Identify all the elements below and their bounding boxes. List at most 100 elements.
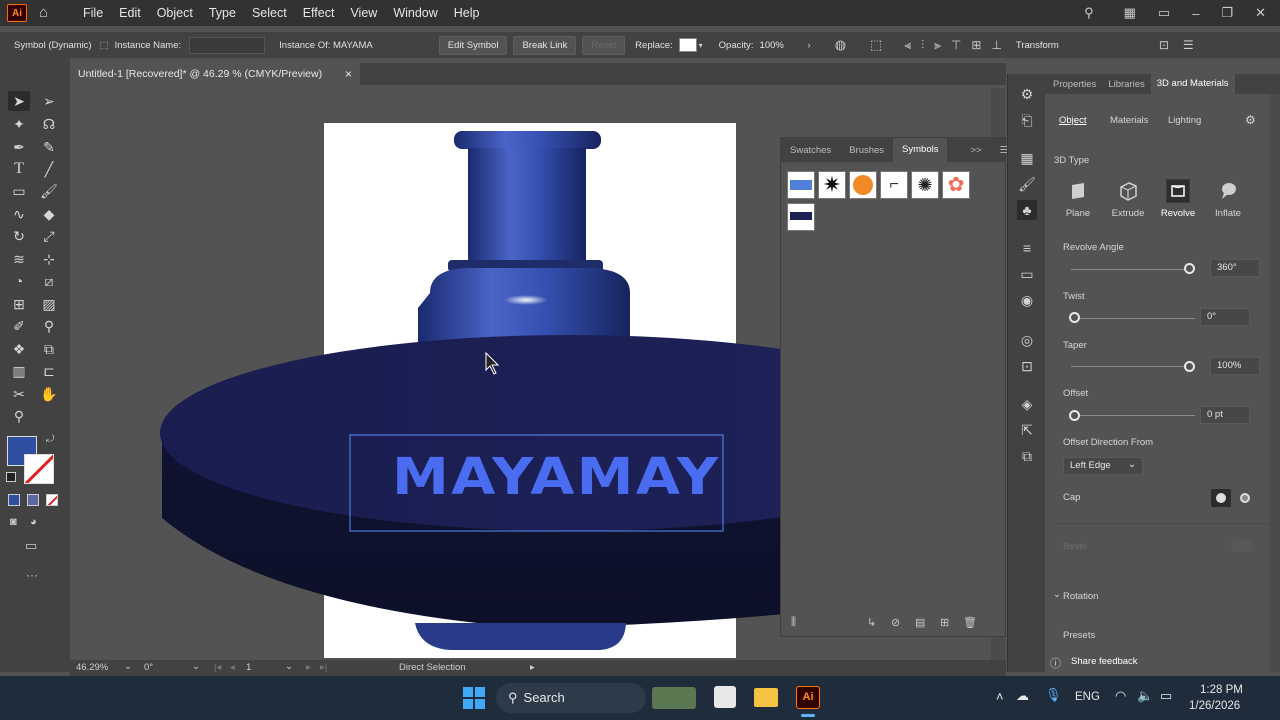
speaker-icon[interactable]: 🔈 <box>1137 688 1153 704</box>
menu-edit[interactable]: Edit <box>111 6 149 20</box>
twist-slider[interactable] <box>1071 318 1195 319</box>
align-to-icon[interactable]: ⬚ <box>870 37 882 53</box>
break-link-button[interactable]: Break Link <box>513 35 577 55</box>
align-middle-icon[interactable]: ⊞ <box>971 38 981 52</box>
gradient-mode-icon[interactable] <box>27 494 39 506</box>
gradient-icon[interactable]: ▭ <box>1017 264 1037 284</box>
scale-tool-icon[interactable]: ⤢ <box>38 226 60 246</box>
chevron-right-icon[interactable]: › <box>808 40 811 51</box>
panel-scrollbar[interactable] <box>1270 94 1280 672</box>
draw-mode-icon[interactable]: ◙ <box>10 516 17 528</box>
shape-builder-tool-icon[interactable]: ◔ <box>8 271 30 291</box>
menu-object[interactable]: Object <box>149 6 201 20</box>
transform-button[interactable]: Transform <box>1016 40 1059 51</box>
isolate-icon[interactable]: ⊡ <box>1159 38 1169 52</box>
bevel-toggle[interactable] <box>1231 540 1253 552</box>
artboards-icon[interactable]: ▦ <box>1017 148 1037 168</box>
cap-off-button[interactable] <box>1235 489 1255 507</box>
draw-behind-icon[interactable]: ◕ <box>30 516 37 528</box>
presets-label[interactable]: Presets <box>1063 630 1095 641</box>
type-tool-icon[interactable]: T <box>8 159 30 179</box>
break-link-icon[interactable]: ⊘ <box>891 616 900 629</box>
appearance-icon[interactable]: ⚙ <box>1017 84 1037 104</box>
taskbar-search-box[interactable]: ⚲ Search <box>496 683 646 713</box>
revolve-angle-input[interactable]: 360° <box>1210 259 1260 277</box>
pen-tool-icon[interactable]: ✒ <box>8 137 30 157</box>
symbol-bracket[interactable]: ⌐ <box>880 171 908 199</box>
minimize-icon[interactable]: – <box>1192 6 1199 21</box>
offset-direction-dropdown[interactable]: Left Edge ⌄ <box>1063 457 1143 475</box>
twist-input[interactable]: 0° <box>1200 308 1250 326</box>
taper-slider[interactable] <box>1071 366 1195 367</box>
warp-tool-icon[interactable]: ≋ <box>8 249 30 269</box>
edit-symbol-button[interactable]: Edit Symbol <box>438 35 508 55</box>
zoom-level[interactable]: 46.29% <box>76 662 108 673</box>
taper-knob[interactable] <box>1184 361 1195 372</box>
file-explorer-icon[interactable] <box>754 688 778 707</box>
paintbrush-tool-icon[interactable]: 🖌 <box>38 181 60 201</box>
symbol-libraries-icon[interactable]: ⫼ <box>791 616 796 629</box>
type-inflate-button[interactable]: Inflate <box>1203 176 1253 230</box>
gradient-tool-icon[interactable]: ▨ <box>38 294 60 314</box>
curvature-tool-icon[interactable]: ✎ <box>38 137 60 157</box>
symbol-splatter[interactable]: ✷ <box>818 171 846 199</box>
microphone-icon[interactable]: 🎙 <box>1045 687 1062 703</box>
color-mode-icon[interactable] <box>8 494 20 506</box>
close-tab-icon[interactable]: × <box>345 67 352 81</box>
panel-expand-icon[interactable]: >> <box>961 145 990 156</box>
align-top-icon[interactable]: ⊤ <box>951 38 961 52</box>
align-right-icon[interactable]: ⫸ <box>934 38 941 53</box>
rotation-value[interactable]: 0° <box>144 662 153 673</box>
recolor-icon[interactable]: ◍ <box>835 37 846 53</box>
search-icon[interactable]: ⚲ <box>1084 5 1094 21</box>
next-artboard-icon[interactable]: ▸ <box>306 662 311 673</box>
tab-libraries[interactable]: Libraries <box>1102 79 1150 90</box>
lasso-tool-icon[interactable]: ☊ <box>38 114 60 134</box>
chevron-down-icon[interactable]: ⌄ <box>285 661 293 672</box>
align-center-icon[interactable]: ⫶ <box>921 38 924 53</box>
subtab-object[interactable]: Object <box>1059 115 1086 126</box>
links-icon[interactable]: ⧉ <box>1017 446 1037 466</box>
screen-mode-icon[interactable]: ▭ <box>25 538 37 554</box>
workspace-icon[interactable]: ▭ <box>1158 5 1170 21</box>
subtab-lighting[interactable]: Lighting <box>1168 115 1201 126</box>
symbol-blue-banner[interactable] <box>787 171 815 199</box>
menu-effect[interactable]: Effect <box>295 6 343 20</box>
options-icon[interactable]: ☰ <box>1183 38 1194 52</box>
zoom-tool-icon[interactable]: ⚲ <box>8 406 30 426</box>
close-window-icon[interactable]: ✕ <box>1255 5 1266 21</box>
twist-knob[interactable] <box>1069 312 1080 323</box>
asset-export-icon[interactable]: ⎗ <box>1017 110 1037 130</box>
hand-tool-icon[interactable]: ✋ <box>38 384 60 404</box>
microsoft-store-icon[interactable] <box>714 686 736 708</box>
direct-selection-tool-icon[interactable]: ➢ <box>38 91 60 111</box>
tab-swatches[interactable]: Swatches <box>781 145 840 156</box>
offset-knob[interactable] <box>1069 410 1080 421</box>
arrange-documents-icon[interactable]: ▦ <box>1124 5 1136 21</box>
language-indicator[interactable]: ENG <box>1075 691 1100 703</box>
last-artboard-icon[interactable]: ▸| <box>320 662 327 673</box>
default-colors-icon[interactable] <box>6 472 16 482</box>
symbol-wreath[interactable]: ✺ <box>911 171 939 199</box>
symbol-orange-button[interactable] <box>849 171 877 199</box>
chevron-down-icon[interactable]: ⌄ <box>192 661 200 672</box>
edit-toolbar-icon[interactable]: ··· <box>26 568 38 582</box>
menu-file[interactable]: File <box>75 6 111 20</box>
transform-panel-icon[interactable]: ⊡ <box>1017 356 1037 376</box>
align-bottom-icon[interactable]: ⊥ <box>991 38 1001 52</box>
illustrator-taskbar-icon[interactable]: Ai <box>796 686 820 709</box>
rectangle-tool-icon[interactable]: ▭ <box>8 181 30 201</box>
symbols-icon[interactable]: ♣ <box>1017 200 1037 220</box>
type-extrude-button[interactable]: Extrude <box>1103 176 1153 230</box>
tab-properties[interactable]: Properties <box>1047 79 1102 90</box>
status-menu-icon[interactable]: ▸ <box>530 662 535 673</box>
layers-icon[interactable]: ◈ <box>1017 394 1037 414</box>
export-icon[interactable]: ⇱ <box>1017 420 1037 440</box>
free-transform-tool-icon[interactable]: ⊹ <box>38 249 60 269</box>
restore-icon[interactable]: ❐ <box>1221 5 1233 21</box>
cap-on-button[interactable] <box>1211 489 1231 507</box>
magic-wand-tool-icon[interactable]: ✦ <box>8 114 30 134</box>
menu-select[interactable]: Select <box>244 6 295 20</box>
menu-window[interactable]: Window <box>385 6 445 20</box>
revolve-angle-slider[interactable] <box>1071 269 1195 270</box>
